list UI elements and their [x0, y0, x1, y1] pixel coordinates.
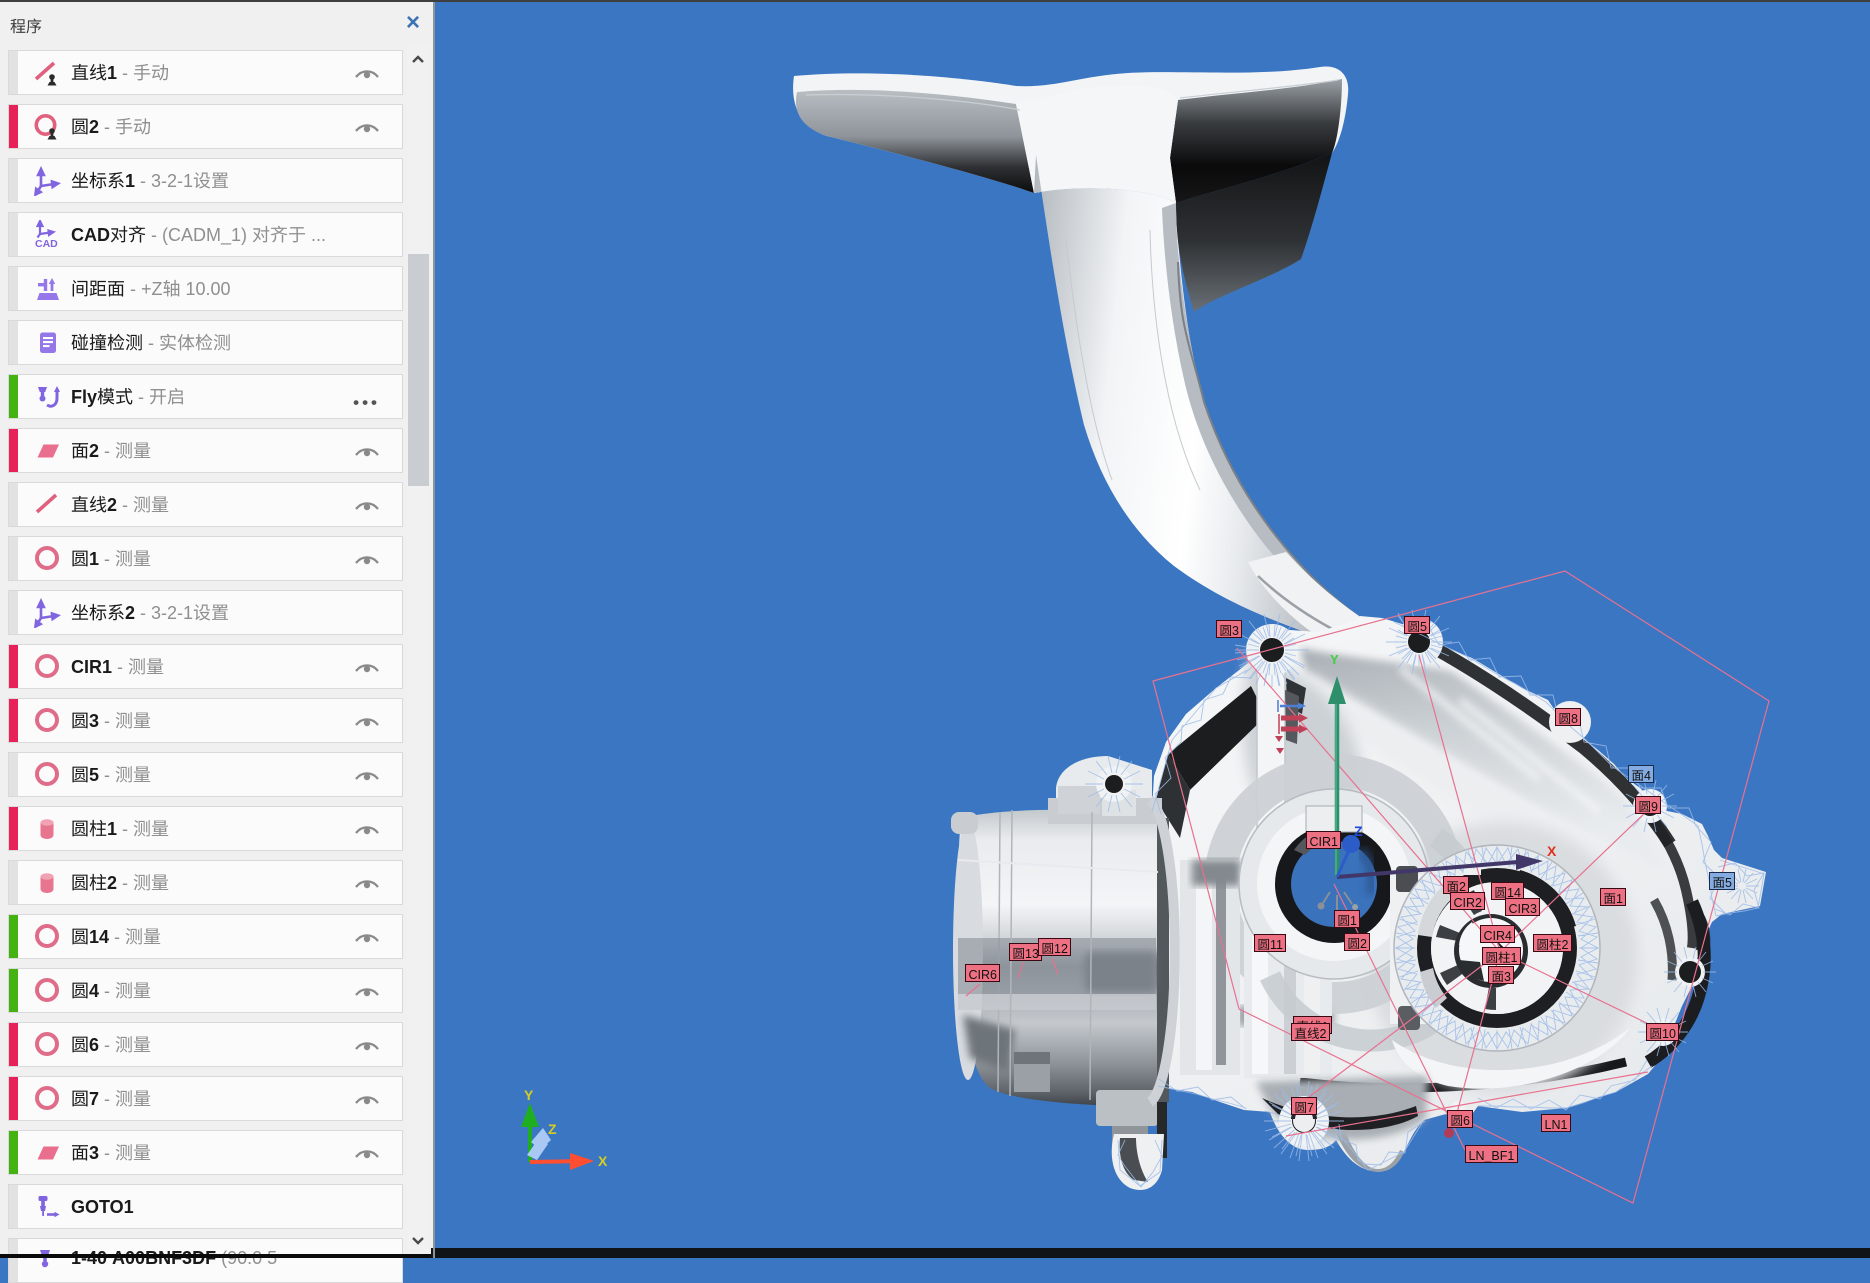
svg-text:Y: Y: [1330, 652, 1339, 667]
svg-text:Z: Z: [548, 1121, 557, 1137]
svg-text:CAD: CAD: [35, 238, 58, 250]
svg-text:X: X: [598, 1153, 608, 1169]
svg-text:Y: Y: [524, 1087, 534, 1103]
svg-text:X: X: [1547, 843, 1557, 859]
svg-text:Z: Z: [1354, 823, 1363, 839]
